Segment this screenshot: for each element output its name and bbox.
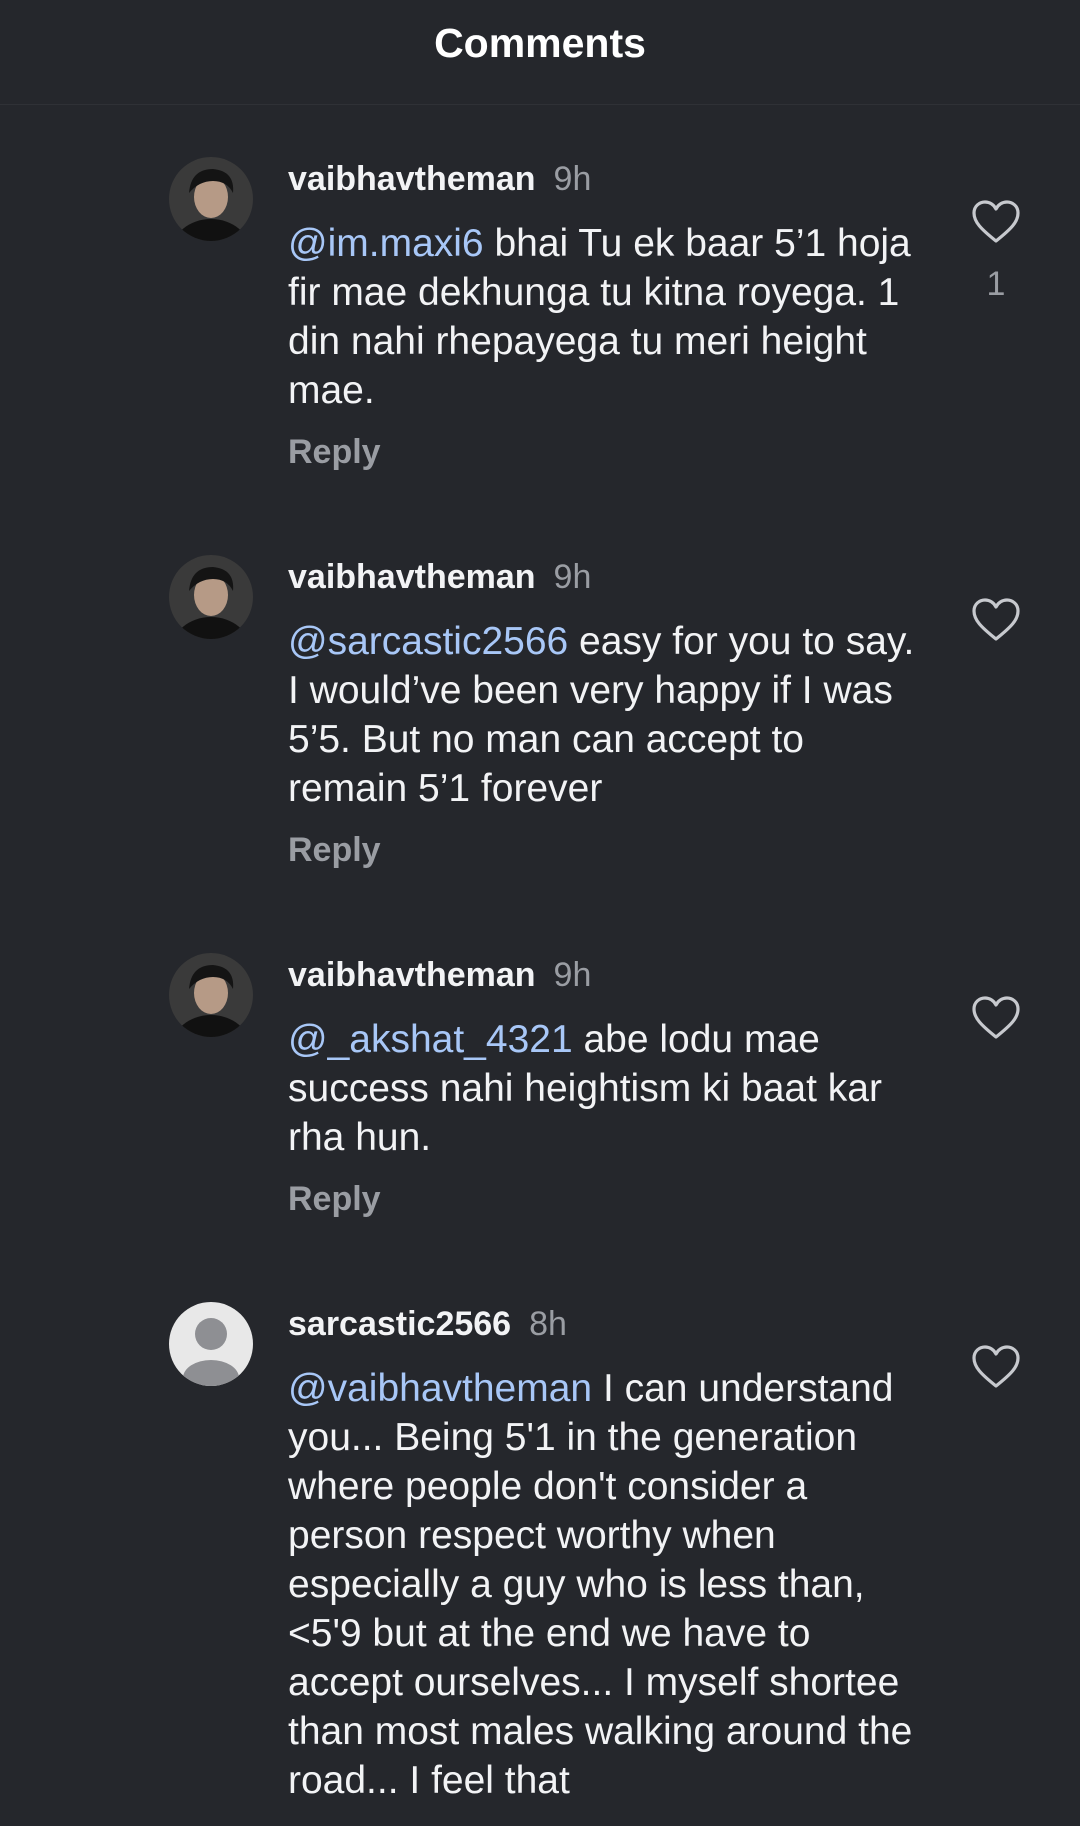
avatar[interactable] [169,1302,253,1386]
username[interactable]: vaibhavtheman [288,160,536,198]
comment-body: I can understand you... Being 5'1 in the… [288,1367,913,1802]
reply-button[interactable]: Reply [288,831,381,870]
comment-meta: vaibhavtheman 9h [288,159,591,199]
comment-text: @vaibhavtheman I can understand you... B… [288,1364,928,1805]
comment-meta: vaibhavtheman 9h [288,557,591,597]
timestamp: 9h [553,956,592,994]
like-count: 1 [986,265,1006,303]
avatar[interactable] [169,953,253,1037]
username[interactable]: vaibhavtheman [288,956,536,994]
comment-meta: sarcastic2566 8h [288,1304,567,1344]
page-title: Comments [434,20,646,66]
like-button[interactable] [971,995,1021,1041]
timestamp: 8h [529,1305,567,1343]
avatar[interactable] [169,157,253,241]
mention-link[interactable]: @sarcastic2566 [288,620,568,663]
heart-outline-icon [972,598,1020,641]
mention-link[interactable]: @im.maxi6 [288,222,484,265]
like-button[interactable] [971,597,1021,643]
reply-button[interactable]: Reply [288,433,381,472]
comment-meta: vaibhavtheman 9h [288,955,591,995]
avatar[interactable] [169,555,253,639]
comment-text: @sarcastic2566 easy for you to say. I wo… [288,617,928,813]
username[interactable]: vaibhavtheman [288,558,536,596]
like-button[interactable] [971,1344,1021,1390]
user-photo-icon [169,555,253,639]
comment-text: @_akshat_4321 abe lodu mae success nahi … [288,1015,928,1162]
mention-link[interactable]: @_akshat_4321 [288,1018,573,1061]
username[interactable]: sarcastic2566 [288,1305,511,1343]
person-silhouette-icon [169,1302,253,1386]
heart-outline-icon [972,1345,1020,1388]
user-photo-icon [169,157,253,241]
comments-header: Comments [0,0,1080,105]
like-button[interactable] [971,199,1021,245]
reply-button[interactable]: Reply [288,1180,381,1219]
user-photo-icon [169,953,253,1037]
heart-outline-icon [972,200,1020,243]
timestamp: 9h [553,160,592,198]
timestamp: 9h [553,558,592,596]
comment-text: @im.maxi6 bhai Tu ek baar 5’1 hoja fir m… [288,219,928,415]
heart-outline-icon [972,996,1020,1039]
mention-link[interactable]: @vaibhavtheman [288,1367,592,1410]
